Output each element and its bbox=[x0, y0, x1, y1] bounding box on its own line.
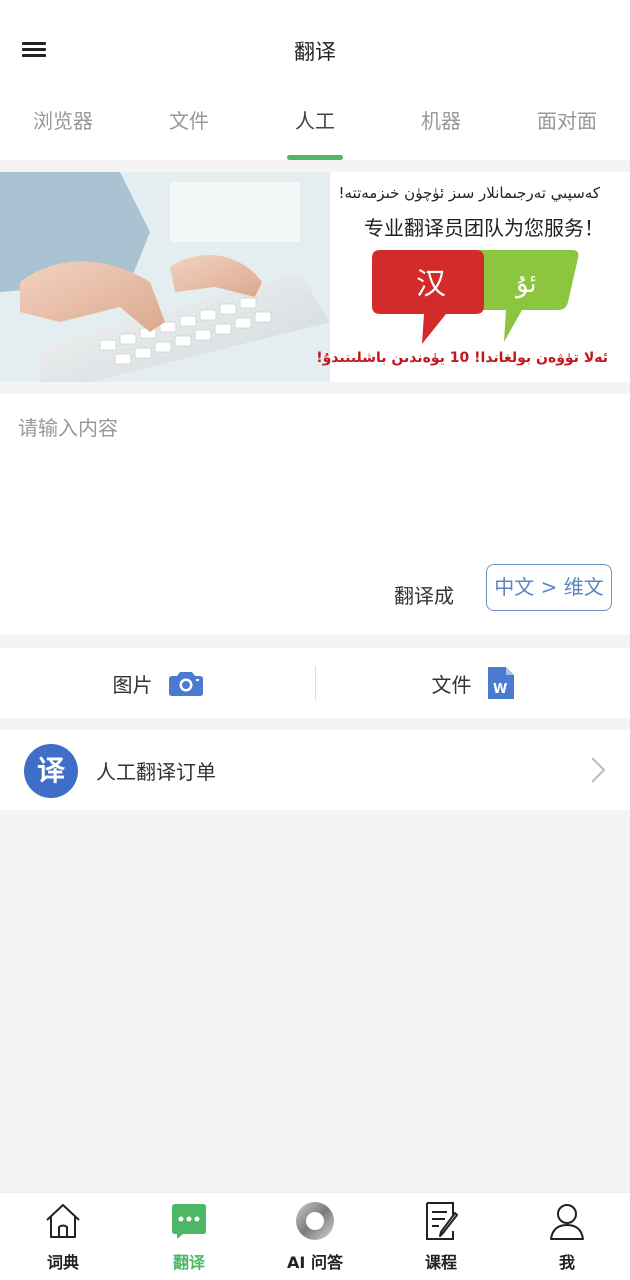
tab-face-to-face[interactable]: 面对面 bbox=[504, 90, 630, 160]
image-upload-label: 图片 bbox=[112, 672, 153, 697]
tab-browser[interactable]: 浏览器 bbox=[0, 90, 126, 160]
bubble-uyghur-char: ئۇ bbox=[514, 269, 537, 299]
nav-me[interactable]: 我 bbox=[504, 1193, 630, 1280]
language-pair-button[interactable]: 中文 > 维文 bbox=[486, 564, 612, 611]
home-icon bbox=[46, 1204, 80, 1238]
file-upload-button[interactable]: 文件 W bbox=[315, 648, 630, 718]
translation-input-field[interactable] bbox=[18, 412, 608, 562]
order-row-label: 人工翻译订单 bbox=[96, 760, 216, 784]
tab-file[interactable]: 文件 bbox=[126, 90, 252, 160]
bottom-navigation: 词典 翻译 AI 问答 课程 我 bbox=[0, 1192, 630, 1280]
tab-machine[interactable]: 机器 bbox=[378, 90, 504, 160]
image-upload-button[interactable]: 图片 bbox=[0, 648, 315, 718]
nav-translate-label: 翻译 bbox=[172, 1253, 205, 1272]
nav-translate[interactable]: 翻译 bbox=[126, 1193, 252, 1280]
typing-hands-photo bbox=[0, 172, 330, 382]
camera-icon bbox=[168, 672, 203, 696]
file-upload-label: 文件 bbox=[431, 672, 472, 697]
ai-ring-icon bbox=[296, 1202, 334, 1240]
nav-me-label: 我 bbox=[558, 1253, 575, 1272]
translate-badge-icon: 译 bbox=[24, 744, 78, 798]
banner-chinese-headline: 专业翻译员团队为您服务！ bbox=[364, 216, 604, 240]
nav-dictionary[interactable]: 词典 bbox=[0, 1193, 126, 1280]
translate-to-label: 翻译成 bbox=[394, 584, 454, 608]
word-doc-icon: W bbox=[487, 667, 514, 699]
nav-courses-label: 课程 bbox=[424, 1253, 457, 1272]
bubble-chinese-char: 汉 bbox=[416, 267, 446, 302]
human-translation-order-row[interactable]: 译 人工翻译订单 bbox=[0, 730, 630, 810]
svg-text:W: W bbox=[493, 682, 507, 697]
chat-bubble-icon bbox=[172, 1204, 206, 1239]
language-bubbles-icon: 汉 ئۇ bbox=[372, 250, 579, 344]
translation-mode-tabs: 浏览器 文件 人工 机器 面对面 bbox=[0, 90, 630, 160]
translation-input-panel: 翻译成 中文 > 维文 bbox=[0, 394, 630, 635]
promo-banner[interactable]: كەسپىي تەرجىمانلار سىز ئۈچۈن خىزمەتتە! 专… bbox=[0, 172, 630, 382]
nav-courses[interactable]: 课程 bbox=[378, 1193, 504, 1280]
banner-uyghur-headline: كەسپىي تەرجىمانلار سىز ئۈچۈن خىزمەتتە! bbox=[338, 184, 601, 202]
banner-uyghur-price-note: ئەلا تۈۋەن بولغاندا! 10 يۈەندىن باشلىنىد… bbox=[316, 350, 608, 366]
attachment-bar: 图片 文件 W bbox=[0, 648, 630, 718]
app-header: 翻译 bbox=[0, 0, 630, 100]
nav-ai-qa[interactable]: AI 问答 bbox=[252, 1193, 378, 1280]
notebook-pen-icon bbox=[426, 1202, 458, 1240]
user-icon bbox=[550, 1204, 584, 1240]
tab-human[interactable]: 人工 bbox=[252, 90, 378, 160]
nav-ai-qa-label: AI 问答 bbox=[287, 1253, 343, 1272]
page-title: 翻译 bbox=[294, 40, 336, 64]
attachment-divider bbox=[315, 666, 316, 700]
nav-dictionary-label: 词典 bbox=[46, 1253, 79, 1272]
chevron-right-icon bbox=[591, 757, 606, 783]
